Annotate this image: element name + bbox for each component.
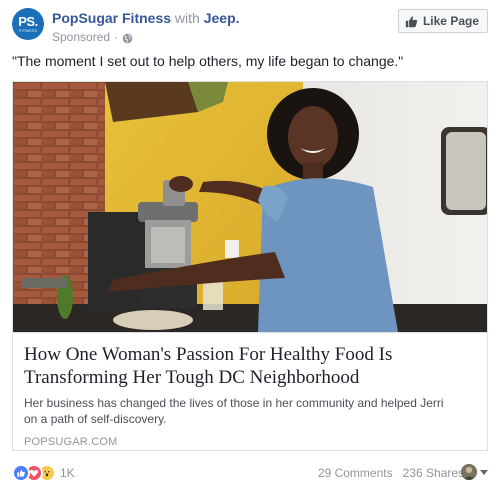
sponsored-post: PS. FITNESS PopSugar Fitness with Jeep. … bbox=[0, 0, 500, 494]
page-name-link[interactable]: PopSugar Fitness bbox=[52, 10, 171, 26]
thumbs-up-icon bbox=[405, 15, 418, 27]
link-description-line: Her business has changed the lives of th… bbox=[24, 396, 444, 410]
link-title-line: How One Woman's Passion For Healthy Food… bbox=[24, 344, 393, 365]
post-footer: 1K 29 Comments 236 Shares bbox=[12, 461, 488, 485]
viewer-selector[interactable] bbox=[461, 464, 488, 480]
post-message: "The moment I set out to help others, my… bbox=[12, 53, 404, 69]
sponsored-label[interactable]: Sponsored bbox=[52, 29, 110, 45]
meta-separator: · bbox=[114, 30, 119, 44]
like-reaction-icon bbox=[12, 464, 30, 482]
engagement-counts: 29 Comments 236 Shares bbox=[318, 464, 464, 482]
post-author-line: PopSugar Fitness with Jeep. bbox=[52, 9, 240, 27]
globe-icon[interactable] bbox=[122, 32, 133, 43]
link-title-line: Transforming Her Tough DC Neighborhood bbox=[24, 367, 360, 388]
post-header: PopSugar Fitness with Jeep. Sponsored · bbox=[52, 9, 240, 45]
link-description: Her business has changed the lives of th… bbox=[24, 395, 476, 427]
link-domain: POPSUGAR.COM bbox=[24, 436, 118, 448]
link-description-line: on a path of self-discovery. bbox=[24, 412, 167, 426]
shares-count-link[interactable]: 236 Shares bbox=[403, 464, 464, 482]
avatar-logo-subtext: FITNESS bbox=[18, 28, 38, 33]
link-preview-text[interactable]: How One Woman's Passion For Healthy Food… bbox=[13, 332, 487, 450]
link-preview-card[interactable]: How One Woman's Passion For Healthy Food… bbox=[12, 81, 488, 451]
comments-count-link[interactable]: 29 Comments bbox=[318, 464, 393, 482]
link-preview-image[interactable] bbox=[13, 82, 487, 332]
reactions-summary[interactable]: 1K bbox=[12, 464, 75, 482]
like-page-label: Like Page bbox=[422, 14, 479, 28]
post-meta-line: Sponsored · bbox=[52, 29, 240, 45]
kitchen-photo bbox=[13, 82, 487, 332]
link-title[interactable]: How One Woman's Passion For Healthy Food… bbox=[24, 343, 476, 389]
caret-down-icon bbox=[480, 469, 488, 475]
like-page-button[interactable]: Like Page bbox=[397, 9, 488, 33]
coauthor-link[interactable]: Jeep. bbox=[204, 10, 240, 26]
page-avatar[interactable]: PS. FITNESS bbox=[12, 8, 44, 40]
with-label: with bbox=[174, 10, 200, 26]
viewer-avatar bbox=[461, 464, 477, 480]
avatar-logo-text: PS. bbox=[18, 14, 38, 29]
reaction-count: 1K bbox=[60, 466, 75, 480]
